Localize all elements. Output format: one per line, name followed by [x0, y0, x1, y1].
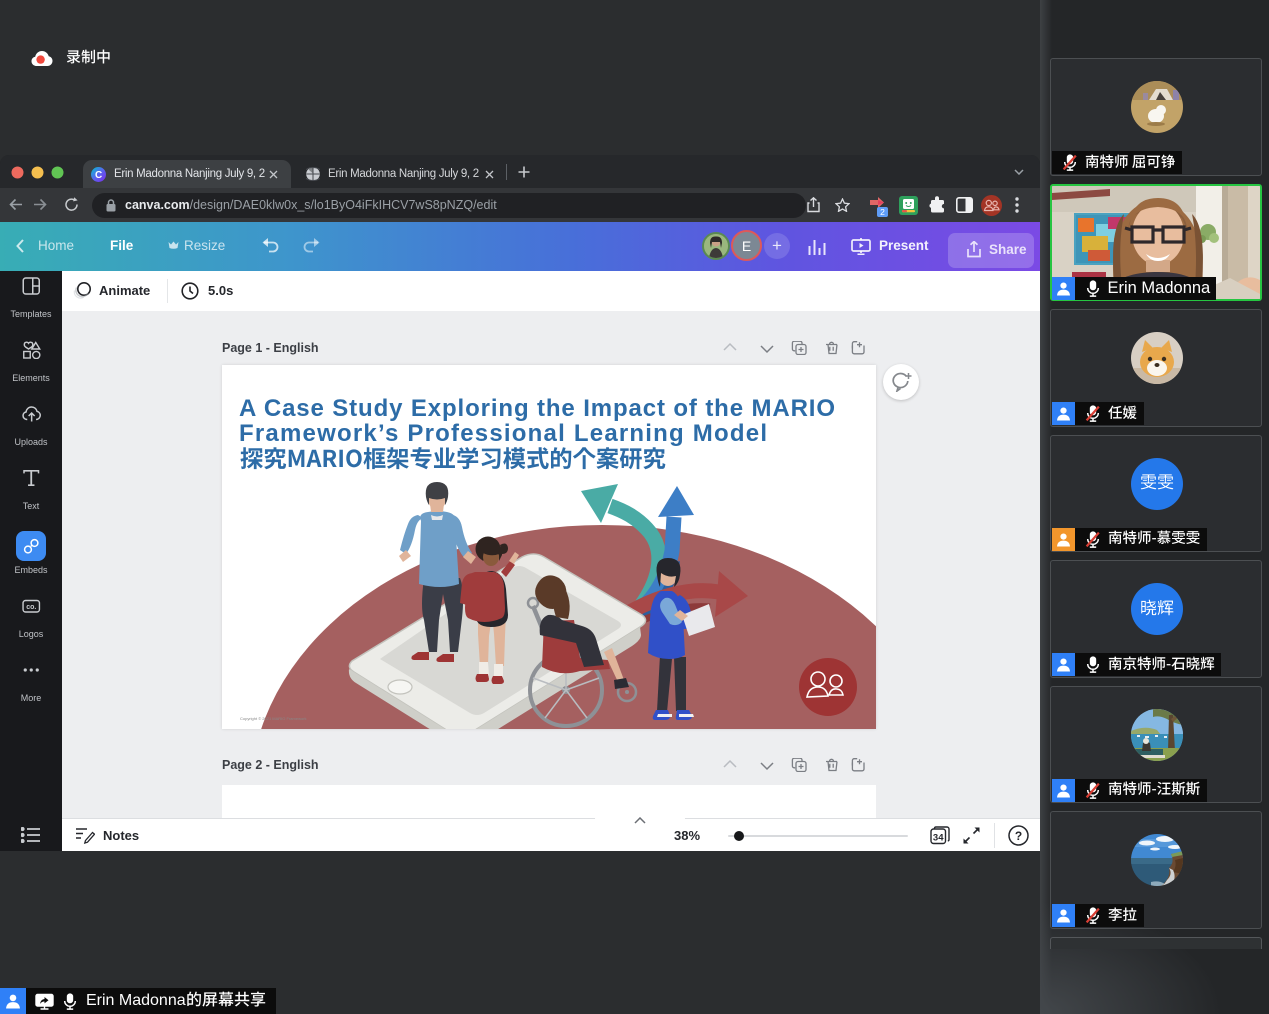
svg-text:Copyright © 2021 MARIO Framewo: Copyright © 2021 MARIO Framework — [240, 716, 307, 721]
svg-text:A Case Study Exploring the Imp: A Case Study Exploring the Impact of the… — [239, 395, 835, 422]
svg-text:?: ? — [1015, 829, 1022, 843]
svg-text:Framework’s Professional Learn: Framework’s Professional Learning Model — [239, 420, 767, 447]
svg-text:co.: co. — [26, 604, 36, 611]
svg-text:2: 2 — [880, 207, 885, 217]
svg-text:C: C — [95, 170, 102, 181]
svg-text:34: 34 — [933, 833, 944, 844]
